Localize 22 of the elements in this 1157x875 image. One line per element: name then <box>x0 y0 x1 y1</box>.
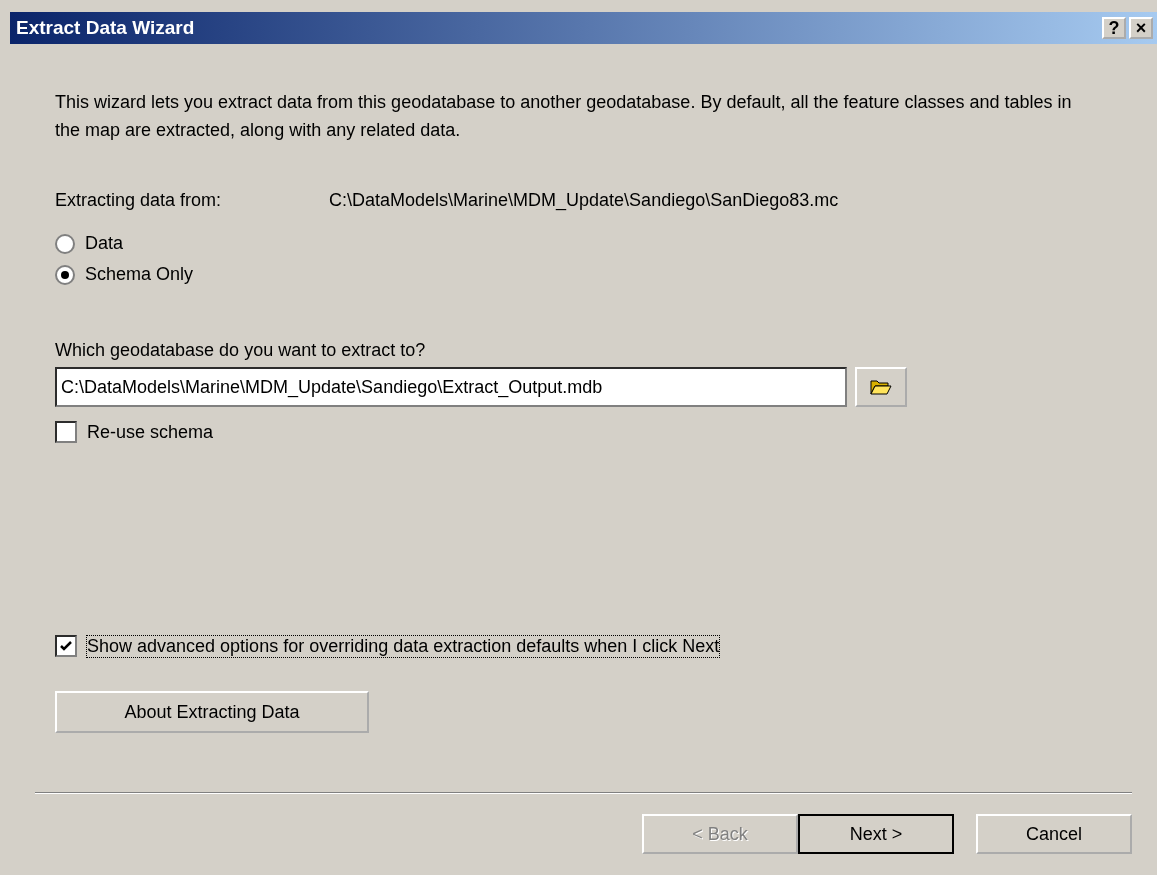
about-button[interactable]: About Extracting Data <box>55 691 369 733</box>
checkmark-icon <box>59 639 73 653</box>
folder-icon <box>869 377 893 397</box>
radio-button[interactable] <box>55 264 75 285</box>
wizard-button[interactable]: Next > <box>798 814 954 854</box>
checkbox-label[interactable]: Re-use schema <box>87 421 214 443</box>
browse-button[interactable] <box>855 367 907 407</box>
radio-label[interactable]: Data <box>85 233 124 254</box>
wizard-button[interactable]: Cancel <box>976 814 1132 854</box>
radio-button[interactable] <box>55 233 75 254</box>
path-field[interactable]: C:\DataModels\Marine\MDM_Update\Sandiego\Extract_Output.mdb <box>55 367 847 407</box>
checkbox-label[interactable]: Show advanced options for overriding data extraction defaults when I click Next <box>87 635 720 657</box>
intro-text: This wizard lets you extract data from this geodatabase to another geodatabase. By default, all the feature classes and tables in the map are extracted, along with any related data. <box>55 91 1073 142</box>
checkbox[interactable] <box>55 421 77 443</box>
checkbox[interactable] <box>55 635 77 657</box>
source-path: C:\DataModels\Marine\MDM_Update\Sandiego\SanDiego83.mc <box>329 190 839 211</box>
source-label: Extracting data from: <box>55 190 223 211</box>
help-button[interactable]: ? <box>1102 17 1126 39</box>
target-label: Which geodatabase do you want to extract to? <box>55 340 427 361</box>
window-title: Extract Data Wizard <box>16 17 195 39</box>
close-button[interactable]: × <box>1129 17 1153 39</box>
radio-label[interactable]: Schema Only <box>85 264 194 285</box>
